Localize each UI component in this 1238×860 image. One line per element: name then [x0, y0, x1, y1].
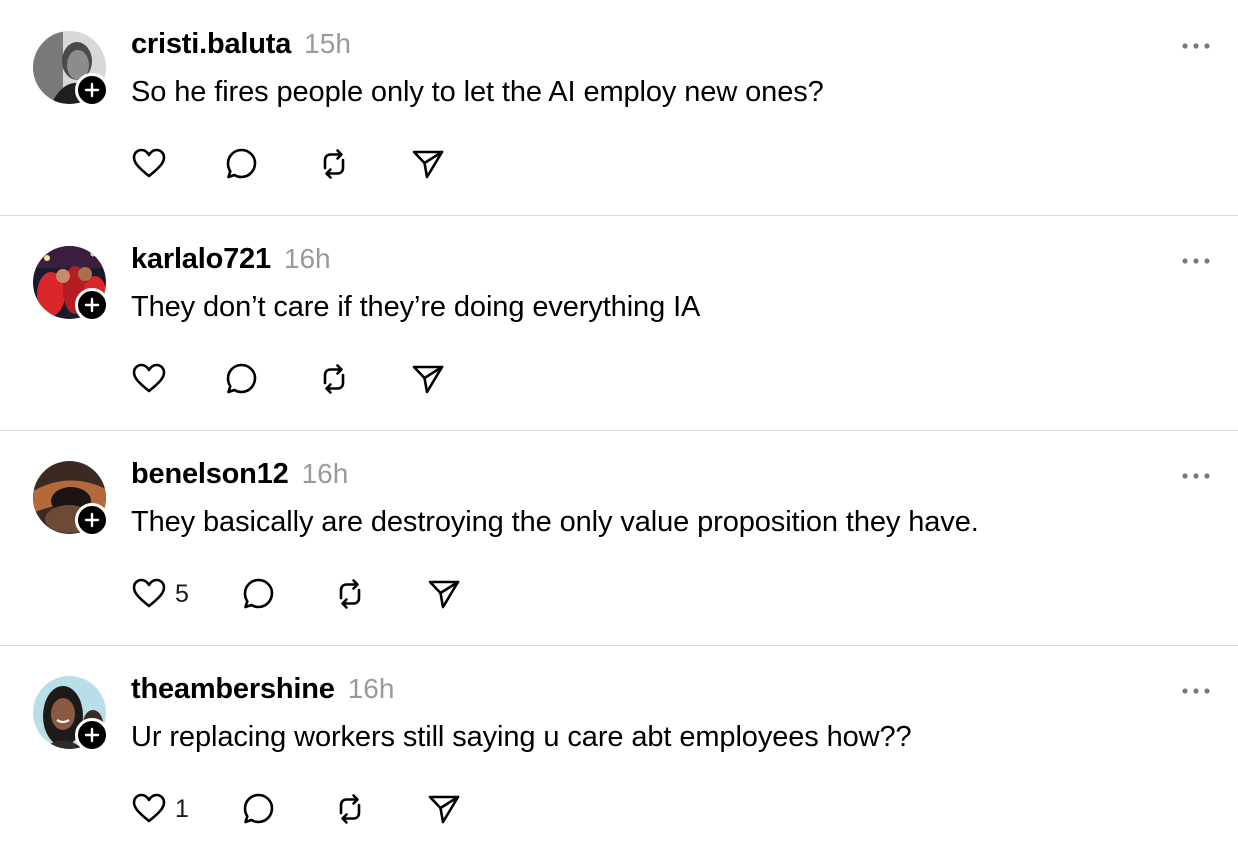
- action-bar: 5: [131, 576, 531, 612]
- repost-button[interactable]: [316, 361, 352, 397]
- action-bar: [131, 146, 531, 182]
- like-button[interactable]: [131, 146, 175, 182]
- reply-button[interactable]: [224, 361, 260, 397]
- heart-icon: [132, 363, 166, 393]
- plus-icon: [84, 512, 100, 528]
- like-count: 1: [175, 794, 189, 823]
- comment-icon: [226, 148, 257, 179]
- send-icon: [412, 365, 444, 394]
- more-options-button[interactable]: [1180, 681, 1212, 701]
- repost-icon: [323, 149, 345, 179]
- post-text: They basically are destroying the only v…: [131, 506, 979, 538]
- more-options-button[interactable]: [1180, 251, 1212, 271]
- post-text: They don’t care if they’re doing everyth…: [131, 291, 701, 323]
- send-icon: [428, 795, 460, 824]
- comment-icon: [243, 578, 274, 609]
- post-text: So he fires people only to let the AI em…: [131, 76, 824, 108]
- comment-icon: [226, 363, 257, 394]
- repost-icon: [339, 579, 361, 609]
- more-options-button[interactable]: [1180, 36, 1212, 56]
- username[interactable]: benelson12: [131, 458, 289, 491]
- username[interactable]: cristi.baluta: [131, 28, 291, 61]
- heart-icon: [132, 148, 166, 178]
- send-icon: [412, 150, 444, 179]
- send-icon: [428, 580, 460, 609]
- heart-icon: [132, 578, 166, 608]
- timestamp[interactable]: 16h: [348, 673, 395, 705]
- post-header: benelson12 16h: [131, 458, 348, 494]
- plus-icon: [84, 82, 100, 98]
- follow-button[interactable]: [75, 288, 109, 322]
- repost-icon: [339, 794, 361, 824]
- timestamp[interactable]: 16h: [284, 243, 331, 275]
- reply-post: benelson12 16h They basically are destro…: [0, 430, 1238, 645]
- share-button[interactable]: [426, 576, 462, 612]
- more-icon: [1182, 43, 1210, 49]
- action-bar: [131, 361, 531, 397]
- more-icon: [1182, 258, 1210, 264]
- reply-post: karlalo721 16h They don’t care if they’r…: [0, 215, 1238, 430]
- timestamp[interactable]: 16h: [302, 458, 349, 490]
- comment-icon: [243, 793, 274, 824]
- reply-post: theambershine 16h Ur replacing workers s…: [0, 645, 1238, 860]
- post-header: theambershine 16h: [131, 673, 394, 709]
- like-count: 5: [175, 579, 189, 608]
- reply-post: cristi.baluta 15h So he fires people onl…: [0, 0, 1238, 215]
- share-button[interactable]: [426, 791, 462, 827]
- more-icon: [1182, 688, 1210, 694]
- plus-icon: [84, 727, 100, 743]
- share-button[interactable]: [410, 361, 446, 397]
- timestamp[interactable]: 15h: [304, 28, 351, 60]
- like-button[interactable]: [131, 361, 175, 397]
- post-text: Ur replacing workers still saying u care…: [131, 721, 912, 753]
- more-options-button[interactable]: [1180, 466, 1212, 486]
- username[interactable]: karlalo721: [131, 243, 271, 276]
- post-header: karlalo721 16h: [131, 243, 331, 279]
- like-button[interactable]: 5: [131, 576, 189, 612]
- heart-icon: [132, 793, 166, 823]
- repost-button[interactable]: [332, 791, 368, 827]
- share-button[interactable]: [410, 146, 446, 182]
- like-button[interactable]: 1: [131, 791, 189, 827]
- repost-button[interactable]: [316, 146, 352, 182]
- reply-button[interactable]: [241, 791, 277, 827]
- reply-button[interactable]: [224, 146, 260, 182]
- repost-icon: [323, 364, 345, 394]
- reply-button[interactable]: [241, 576, 277, 612]
- repost-button[interactable]: [332, 576, 368, 612]
- plus-icon: [84, 297, 100, 313]
- more-icon: [1182, 473, 1210, 479]
- follow-button[interactable]: [75, 718, 109, 752]
- follow-button[interactable]: [75, 73, 109, 107]
- username[interactable]: theambershine: [131, 673, 335, 706]
- action-bar: 1: [131, 791, 531, 827]
- post-header: cristi.baluta 15h: [131, 28, 351, 64]
- thread-replies: cristi.baluta 15h So he fires people onl…: [0, 0, 1238, 852]
- follow-button[interactable]: [75, 503, 109, 537]
